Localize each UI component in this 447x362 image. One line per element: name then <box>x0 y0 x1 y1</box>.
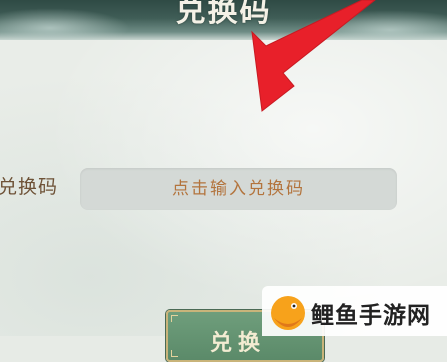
redeem-button-label: 兑换 <box>210 330 267 356</box>
fish-logo-icon <box>271 296 305 330</box>
corner-ornament <box>171 350 178 357</box>
header-bar: 兑换码 <box>0 0 447 40</box>
corner-ornament <box>171 315 178 322</box>
page-title: 兑换码 <box>175 0 272 29</box>
code-label: 兑换码 <box>0 176 59 198</box>
watermark: 鲤鱼手游网 <box>262 286 447 336</box>
code-input[interactable] <box>80 168 397 210</box>
watermark-text: 鲤鱼手游网 <box>311 303 431 329</box>
